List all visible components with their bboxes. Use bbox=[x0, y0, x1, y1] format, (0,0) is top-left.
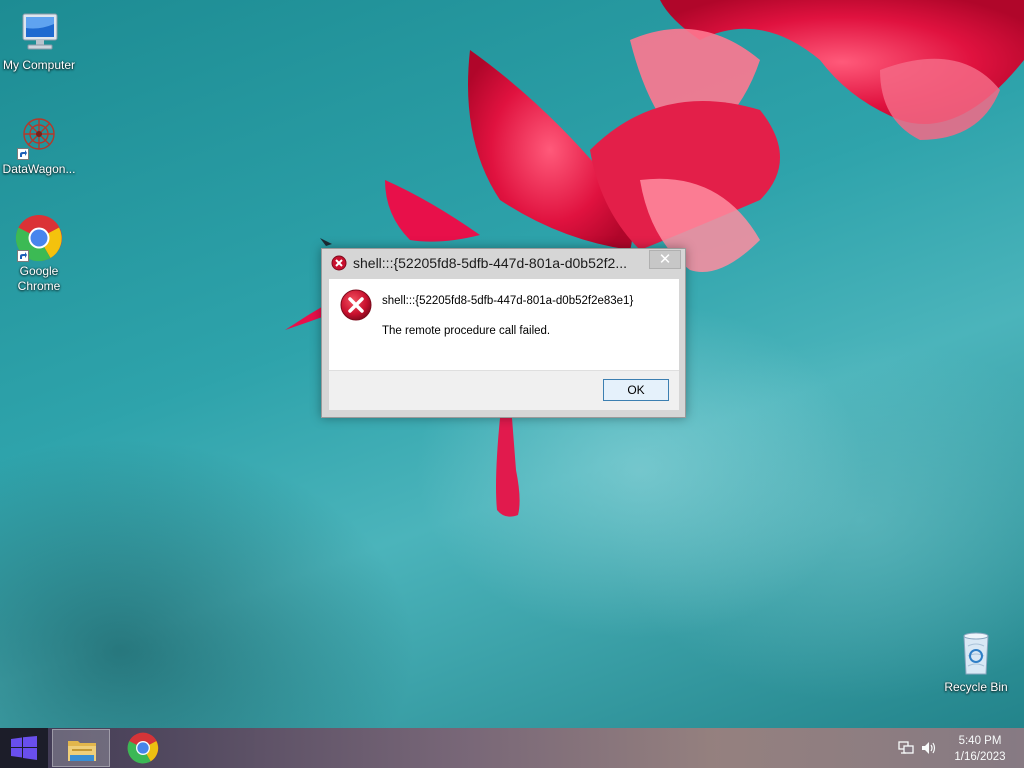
shortcut-arrow-icon bbox=[17, 250, 29, 262]
desktop-icon-my-computer[interactable]: My Computer bbox=[0, 8, 78, 73]
start-button[interactable] bbox=[0, 728, 48, 768]
taskbar-file-explorer[interactable] bbox=[52, 729, 110, 767]
dialog-message-body: The remote procedure call failed. bbox=[382, 325, 551, 337]
ok-button[interactable]: OK bbox=[603, 379, 669, 401]
error-icon bbox=[331, 255, 347, 271]
network-icon[interactable] bbox=[898, 740, 914, 756]
taskbar: 5:40 PM 1/16/2023 bbox=[0, 728, 1024, 768]
desktop-icon-label: DataWagon... bbox=[2, 162, 76, 176]
desktop-icon-label: Recycle Bin bbox=[944, 680, 1008, 694]
desktop-icon-label: Google Chrome bbox=[17, 264, 61, 293]
desktop-icon-google-chrome[interactable]: Google Chrome bbox=[0, 214, 78, 294]
clock-time: 5:40 PM bbox=[958, 735, 1002, 747]
windows-logo-icon bbox=[11, 736, 37, 760]
file-explorer-icon bbox=[68, 741, 96, 761]
taskbar-google-chrome[interactable] bbox=[114, 729, 172, 767]
clock-date: 1/16/2023 bbox=[954, 751, 1006, 763]
dialog-footer: OK bbox=[329, 370, 679, 410]
dialog-message-title: shell:::{52205fd8-5dfb-447d-801a-d0b52f2… bbox=[382, 295, 634, 307]
dialog-titlebar[interactable]: shell:::{52205fd8-5dfb-447d-801a-d0b52f2… bbox=[322, 249, 685, 277]
volume-icon[interactable] bbox=[921, 740, 937, 756]
desktop-icon-label: My Computer bbox=[2, 58, 76, 72]
recycle-bin-icon bbox=[963, 632, 989, 675]
desktop-icon-datawagon[interactable]: DataWagon... bbox=[0, 112, 78, 177]
desktop-icon-recycle-bin[interactable]: Recycle Bin bbox=[937, 630, 1015, 695]
shortcut-arrow-icon bbox=[17, 148, 29, 160]
computer-icon bbox=[22, 13, 58, 50]
chrome-icon bbox=[127, 732, 159, 764]
taskbar-clock[interactable]: 5:40 PM 1/16/2023 bbox=[945, 733, 1015, 765]
error-icon bbox=[340, 289, 372, 321]
error-dialog: shell:::{52205fd8-5dfb-447d-801a-d0b52f2… bbox=[321, 248, 686, 418]
dialog-title: shell:::{52205fd8-5dfb-447d-801a-d0b52f2… bbox=[353, 255, 627, 271]
dialog-content: shell:::{52205fd8-5dfb-447d-801a-d0b52f2… bbox=[329, 279, 679, 370]
close-button[interactable]: ✕ bbox=[649, 250, 681, 269]
